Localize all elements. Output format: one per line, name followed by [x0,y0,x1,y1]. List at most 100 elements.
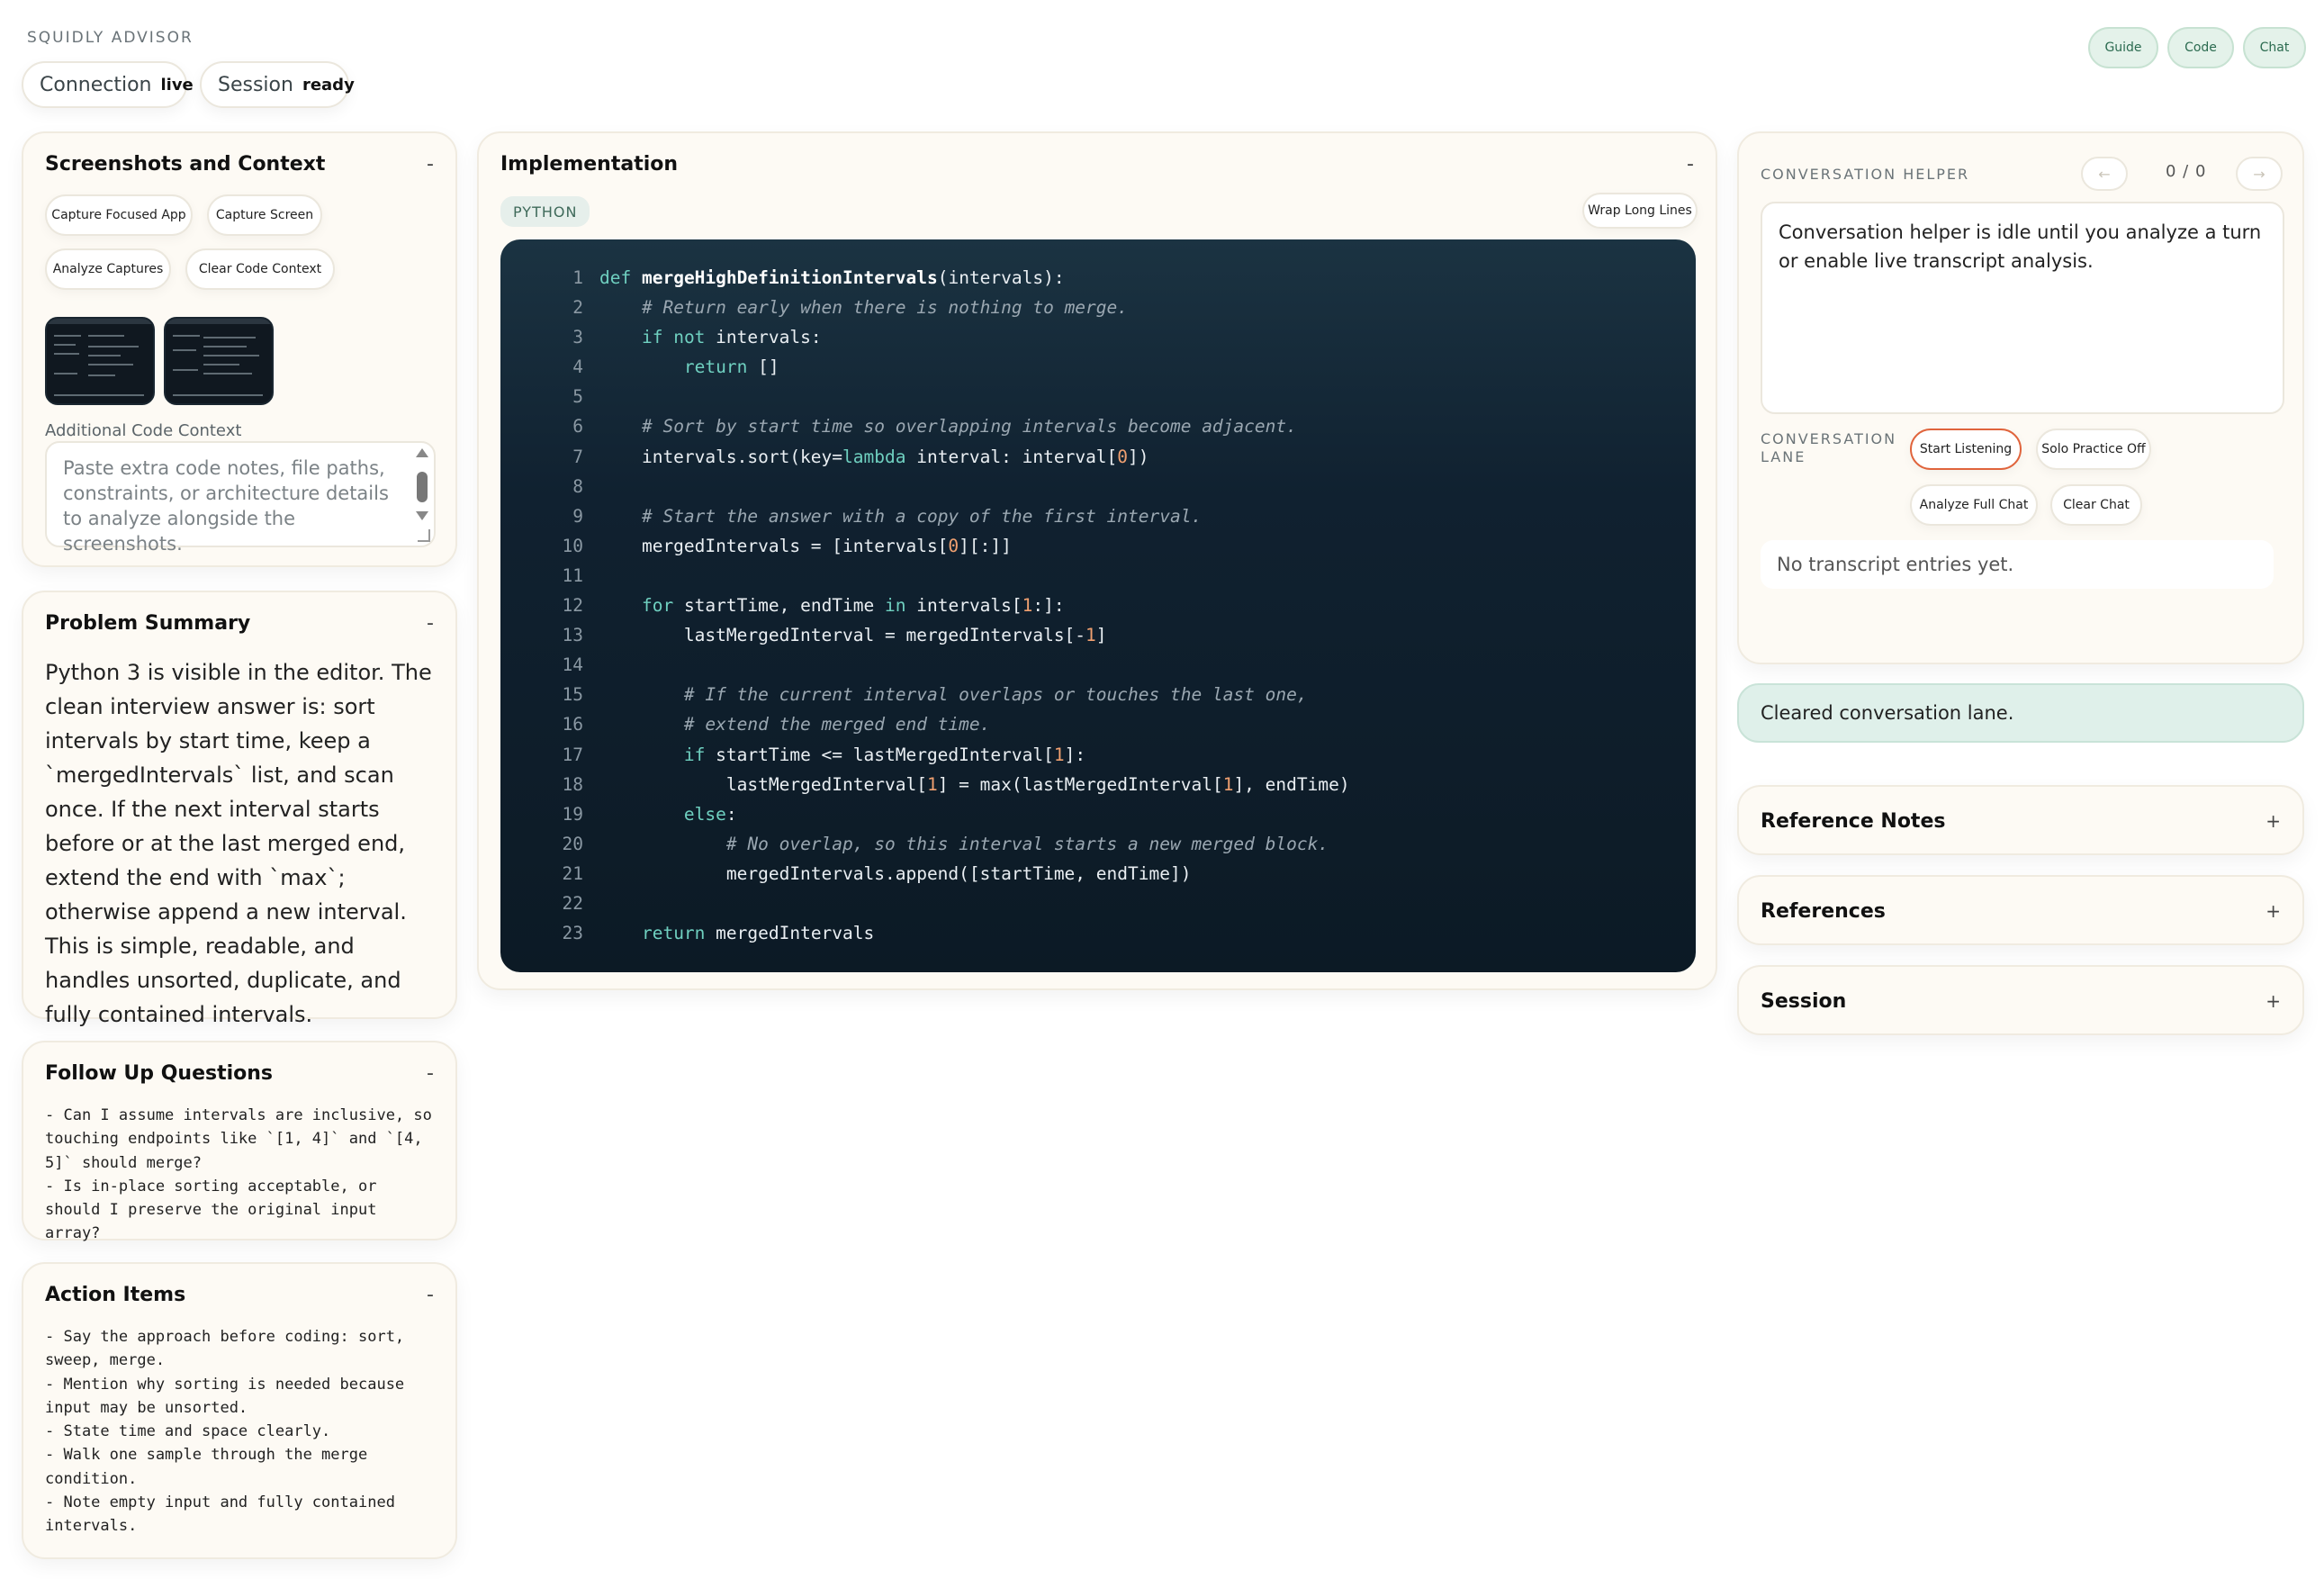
line-number: 13 [562,625,583,646]
start-listening-button[interactable]: Start Listening [1910,429,2022,470]
previous-turn-button[interactable]: ← [2081,157,2128,191]
code-line: 23 return mergedIntervals [500,918,1696,948]
reference-notes-title: Reference Notes [1761,810,1946,833]
code-editor[interactable]: 1 def mergeHighDefinitionIntervals(interv… [500,239,1696,972]
context-placeholder: Paste extra code notes, file paths, cons… [63,457,389,555]
line-number: 23 [562,923,583,944]
line-number: 11 [562,564,583,586]
line-number: 15 [562,684,583,706]
scroll-down-icon[interactable] [416,511,428,520]
code-line: 22 [500,889,1696,918]
clear-code-context-button[interactable]: Clear Code Context [185,248,335,290]
session-title: Session [1761,990,1847,1013]
code-text: for startTime, endTime in intervals[1:]: [641,595,1065,617]
wrap-long-lines-button[interactable]: Wrap Long Lines [1582,193,1698,229]
screenshots-collapse-button[interactable]: - [427,153,434,176]
capture-focused-app-button[interactable]: Capture Focused App [45,194,193,236]
code-line: 11 [500,561,1696,591]
app-name: SQUIDLY ADVISOR [27,29,194,47]
screenshot-thumbnail[interactable] [164,317,274,405]
conversation-helper-card: CONVERSATION HELPER ← 0 / 0 → Conversati… [1737,131,2304,664]
line-number: 2 [572,297,583,319]
session-value: ready [302,75,355,95]
next-turn-button[interactable]: → [2236,157,2283,191]
expand-icon[interactable]: + [2265,990,2281,1012]
follow-up-text: - Can I assume intervals are inclusive, … [45,1106,432,1243]
textarea-scrollbar[interactable] [416,448,428,540]
turn-counter: 0 / 0 [2166,162,2207,181]
follow-up-title: Follow Up Questions [45,1062,274,1085]
code-text: # Sort by start time so overlapping inte… [641,416,1297,438]
line-number: 6 [572,416,583,438]
line-number: 7 [572,446,583,467]
line-number: 14 [562,654,583,676]
capture-screen-button[interactable]: Capture Screen [207,194,322,236]
action-items-card: Action Items - - Say the approach before… [22,1262,457,1559]
additional-code-context-input[interactable]: Paste extra code notes, file paths, cons… [45,441,436,555]
chat-button[interactable]: Chat [2243,27,2306,68]
conversation-helper-title: CONVERSATION HELPER [1761,166,1970,183]
action-items-text: - Say the approach before coding: sort, … [45,1328,405,1536]
code-text: lastMergedInterval = mergedIntervals[-1] [599,625,1107,646]
code-text: mergedIntervals = [intervals[0][:]] [599,535,1012,556]
code-text: # Start the answer with a copy of the fi… [641,505,1203,527]
connection-label: Connection [40,73,152,96]
code-line: 21 mergedIntervals.append([startTime, en… [500,859,1696,889]
code-text: # extend the merged end time. [683,714,991,735]
problem-summary-text: Python 3 is visible in the editor. The c… [45,660,432,1027]
code-line: 13 lastMergedInterval = mergedIntervals[… [500,620,1696,650]
follow-up-collapse-button[interactable]: - [427,1062,434,1085]
code-text: return mergedIntervals [641,923,875,944]
problem-summary-card: Problem Summary - Python 3 is visible in… [22,591,457,1027]
action-items-title: Action Items [45,1284,186,1306]
reference-notes-accordion[interactable]: Reference Notes + [1737,785,2304,855]
problem-summary-collapse-button[interactable]: - [427,612,434,635]
references-accordion[interactable]: References + [1737,875,2304,945]
follow-up-card: Follow Up Questions - - Can I assume int… [22,1041,457,1242]
code-line: 15 # If the current interval overlaps or… [500,680,1696,709]
line-number: 12 [562,595,583,617]
scroll-up-icon[interactable] [416,448,428,457]
code-line: 10 mergedIntervals = [intervals[0][:]] [500,531,1696,561]
analyze-full-chat-button[interactable]: Analyze Full Chat [1910,484,2038,526]
conversation-lane-label: CONVERSATION LANE [1761,430,1897,465]
session-accordion[interactable]: Session + [1737,965,2304,1035]
code-line: 5 [500,382,1696,411]
session-label: Session [218,73,293,96]
code-line: 4 return [] [500,352,1696,382]
code-line: 17 if startTime <= lastMergedInterval[1]… [500,740,1696,770]
implementation-collapse-button[interactable]: - [1687,153,1694,176]
guide-button[interactable]: Guide [2088,27,2158,68]
action-items-collapse-button[interactable]: - [427,1284,434,1306]
analyze-captures-button[interactable]: Analyze Captures [45,248,171,290]
code-line: 6 # Sort by start time so overlapping in… [500,411,1696,441]
status-message: Cleared conversation lane. [1737,683,2304,743]
code-line: 7 intervals.sort(key=lambda interval: in… [500,442,1696,472]
code-text: if not intervals: [641,327,822,348]
resize-handle-icon[interactable] [418,529,430,542]
code-text: mergedIntervals.append([startTime, endTi… [599,862,1192,884]
code-text: return [] [683,356,779,378]
code-line: 16 # extend the merged end time. [500,709,1696,739]
scroll-thumb[interactable] [417,472,428,502]
code-line: 8 [500,472,1696,501]
clear-chat-button[interactable]: Clear Chat [2050,484,2142,526]
code-line: 2 # Return early when there is nothing t… [500,293,1696,322]
implementation-title: Implementation [500,153,679,176]
line-number: 16 [562,714,583,735]
expand-icon[interactable]: + [2265,810,2281,832]
line-number: 8 [572,475,583,497]
code-text: # No overlap, so this interval starts a … [725,833,1329,854]
screenshots-title: Screenshots and Context [45,153,326,176]
screenshots-card: Screenshots and Context - Capture Focuse… [22,131,457,567]
code-line: 1 def mergeHighDefinitionIntervals(interv… [500,263,1696,293]
connection-status-pill: Connection live [22,61,194,108]
screenshot-thumbnail[interactable] [45,317,155,405]
line-number: 19 [562,803,583,825]
line-number: 4 [572,356,583,378]
expand-icon[interactable]: + [2265,900,2281,922]
code-button[interactable]: Code [2167,27,2234,68]
solo-practice-toggle[interactable]: Solo Practice Off [2036,429,2151,470]
code-text: intervals.sort(key=lambda interval: inte… [599,446,1149,467]
session-status-pill: Session ready [200,61,355,108]
